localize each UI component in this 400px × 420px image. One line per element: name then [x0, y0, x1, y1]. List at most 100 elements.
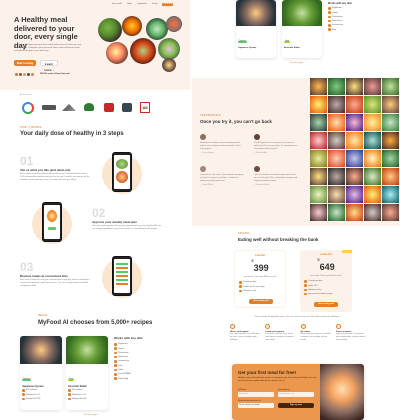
- app-screen-image: [42, 202, 62, 242]
- plan-price: 649: [319, 262, 335, 272]
- gallery-image[interactable]: [310, 78, 327, 95]
- gallery-image[interactable]: [364, 168, 381, 185]
- step-description: Never again waste time thinking about wh…: [20, 173, 90, 181]
- gallery-image[interactable]: [346, 150, 363, 167]
- gallery-image[interactable]: [328, 132, 345, 149]
- start-eating-button[interactable]: Start eating well: [249, 299, 273, 304]
- testimonial-text: I got Omnifood for the whole family, and…: [254, 174, 298, 182]
- full-name-field[interactable]: John Smith: [238, 392, 274, 397]
- testimonial-text: The AI algorithm is crazy good, it choos…: [254, 142, 298, 150]
- meal-name: Avocado Salad: [68, 385, 87, 388]
- gallery-image[interactable]: [328, 78, 345, 95]
- gallery-image[interactable]: [310, 186, 327, 203]
- meal-card[interactable]: Vegetarian Japanese Gyozas 650 calories …: [20, 336, 62, 410]
- diets-title: Works with any diet:: [328, 2, 353, 5]
- pricing-plan-starter: Starter $399 per month. That's just $13 …: [234, 250, 286, 308]
- gallery-image[interactable]: [346, 114, 363, 131]
- gallery-image[interactable]: [382, 78, 399, 95]
- learn-more-button[interactable]: Learn more ↓: [40, 60, 58, 72]
- featured-section: As featured in A5: [0, 92, 190, 122]
- gallery-image[interactable]: [382, 168, 399, 185]
- all-recipes-link[interactable]: See all recipes →: [84, 414, 100, 416]
- checkmark-icon: [239, 289, 242, 293]
- pricing-section: Pricing Eating well without breaking the…: [192, 228, 400, 358]
- flame-icon: [68, 389, 71, 392]
- gallery-image[interactable]: [346, 186, 363, 203]
- testimonial: Inexpensive, healthy and great-tasting m…: [200, 134, 244, 155]
- feature-text: Our subscriptions cover 365 days per yea…: [230, 333, 260, 341]
- gallery-image[interactable]: [364, 132, 381, 149]
- gallery-image[interactable]: [382, 204, 399, 221]
- testimonial: I got Omnifood for the whole family, and…: [254, 166, 298, 187]
- avatar: [200, 134, 206, 140]
- meals-subheading: Meals: [38, 314, 48, 317]
- gallery-image[interactable]: [328, 204, 345, 221]
- nav-pricing[interactable]: Pricing: [152, 3, 158, 6]
- gallery-image[interactable]: [364, 114, 381, 131]
- step-number: 01: [20, 154, 34, 168]
- start-eating-button[interactable]: Start eating well: [314, 302, 338, 307]
- gallery-image[interactable]: [382, 132, 399, 149]
- avatar: [200, 166, 206, 172]
- sign-up-button[interactable]: Sign up now: [278, 403, 314, 408]
- meal-tag: Vegan: [68, 379, 75, 381]
- gallery-image[interactable]: [310, 114, 327, 131]
- logo-icon: [122, 103, 132, 112]
- gallery-image[interactable]: [346, 204, 363, 221]
- testimonial-text: Inexpensive, healthy and great-tasting m…: [200, 142, 241, 150]
- gallery-image[interactable]: [364, 78, 381, 95]
- feature: No waste All our partners only use reusa…: [300, 324, 331, 354]
- star-icon: [68, 397, 71, 401]
- email-field[interactable]: me@example.com: [278, 392, 314, 397]
- gallery-image[interactable]: [328, 186, 345, 203]
- gallery-image[interactable]: [328, 168, 345, 185]
- nav-cta[interactable]: Try for free: [162, 3, 174, 6]
- checkmark-icon: [304, 288, 307, 292]
- nav-how[interactable]: How it works: [112, 3, 122, 6]
- gallery-image[interactable]: [382, 96, 399, 113]
- start-eating-button[interactable]: Start eating well: [14, 60, 36, 71]
- gallery-image[interactable]: [346, 96, 363, 113]
- meal-card[interactable]: Vegetarian Japanese Gyozas: [236, 0, 276, 58]
- how-subheading: How it works: [20, 126, 42, 129]
- feature: Local and organic Our cooks only use loc…: [265, 324, 295, 354]
- gallery-image[interactable]: [310, 96, 327, 113]
- gallery-image[interactable]: [346, 78, 363, 95]
- gallery-image[interactable]: [310, 168, 327, 185]
- gallery-image[interactable]: [364, 96, 381, 113]
- plan-name: Starter: [254, 255, 266, 257]
- cta-image: [320, 364, 364, 420]
- gallery-image[interactable]: [382, 114, 399, 131]
- gallery-image[interactable]: [382, 186, 399, 203]
- checkmark-icon: [114, 377, 117, 380]
- gallery-image[interactable]: [310, 204, 327, 221]
- testimonial-author: — Dave Bryson: [200, 152, 215, 154]
- nav-testimonials[interactable]: Testimonials: [137, 3, 147, 6]
- where-select[interactable]: Please choose one option:: [238, 403, 274, 408]
- gallery-image[interactable]: [328, 114, 345, 131]
- gallery-image[interactable]: [328, 96, 345, 113]
- meal-card[interactable]: Vegan Avocado Salad: [282, 0, 322, 58]
- all-recipes-link[interactable]: See all recipes →: [290, 62, 306, 64]
- hero-description: The smart 365-days-per-year food subscri…: [14, 44, 82, 52]
- checkmark-icon: [328, 11, 331, 14]
- gallery-image[interactable]: [328, 150, 345, 167]
- gallery-image[interactable]: [364, 186, 381, 203]
- meal-tag: Vegan: [284, 41, 291, 43]
- checkmark-icon: [328, 19, 331, 23]
- pricing-footnote: Prices include all applicable taxes. You…: [254, 316, 340, 318]
- meal-card[interactable]: Vegan Avocado Salad 400 calories NutriSc…: [66, 336, 108, 410]
- app-screen-image: [112, 152, 132, 192]
- gallery-image[interactable]: [382, 150, 399, 167]
- gallery-image[interactable]: [346, 168, 363, 185]
- checkmark-icon: [114, 343, 117, 346]
- gallery-image[interactable]: [364, 150, 381, 167]
- nav-meals[interactable]: Meals: [127, 3, 132, 6]
- gallery-image[interactable]: [364, 204, 381, 221]
- step-number: 03: [20, 260, 34, 274]
- gallery-image[interactable]: [310, 132, 327, 149]
- gallery-image[interactable]: [310, 150, 327, 167]
- meal-name: Japanese Gyozas: [22, 385, 44, 388]
- gallery-image[interactable]: [346, 132, 363, 149]
- checkmark-icon: [114, 368, 117, 372]
